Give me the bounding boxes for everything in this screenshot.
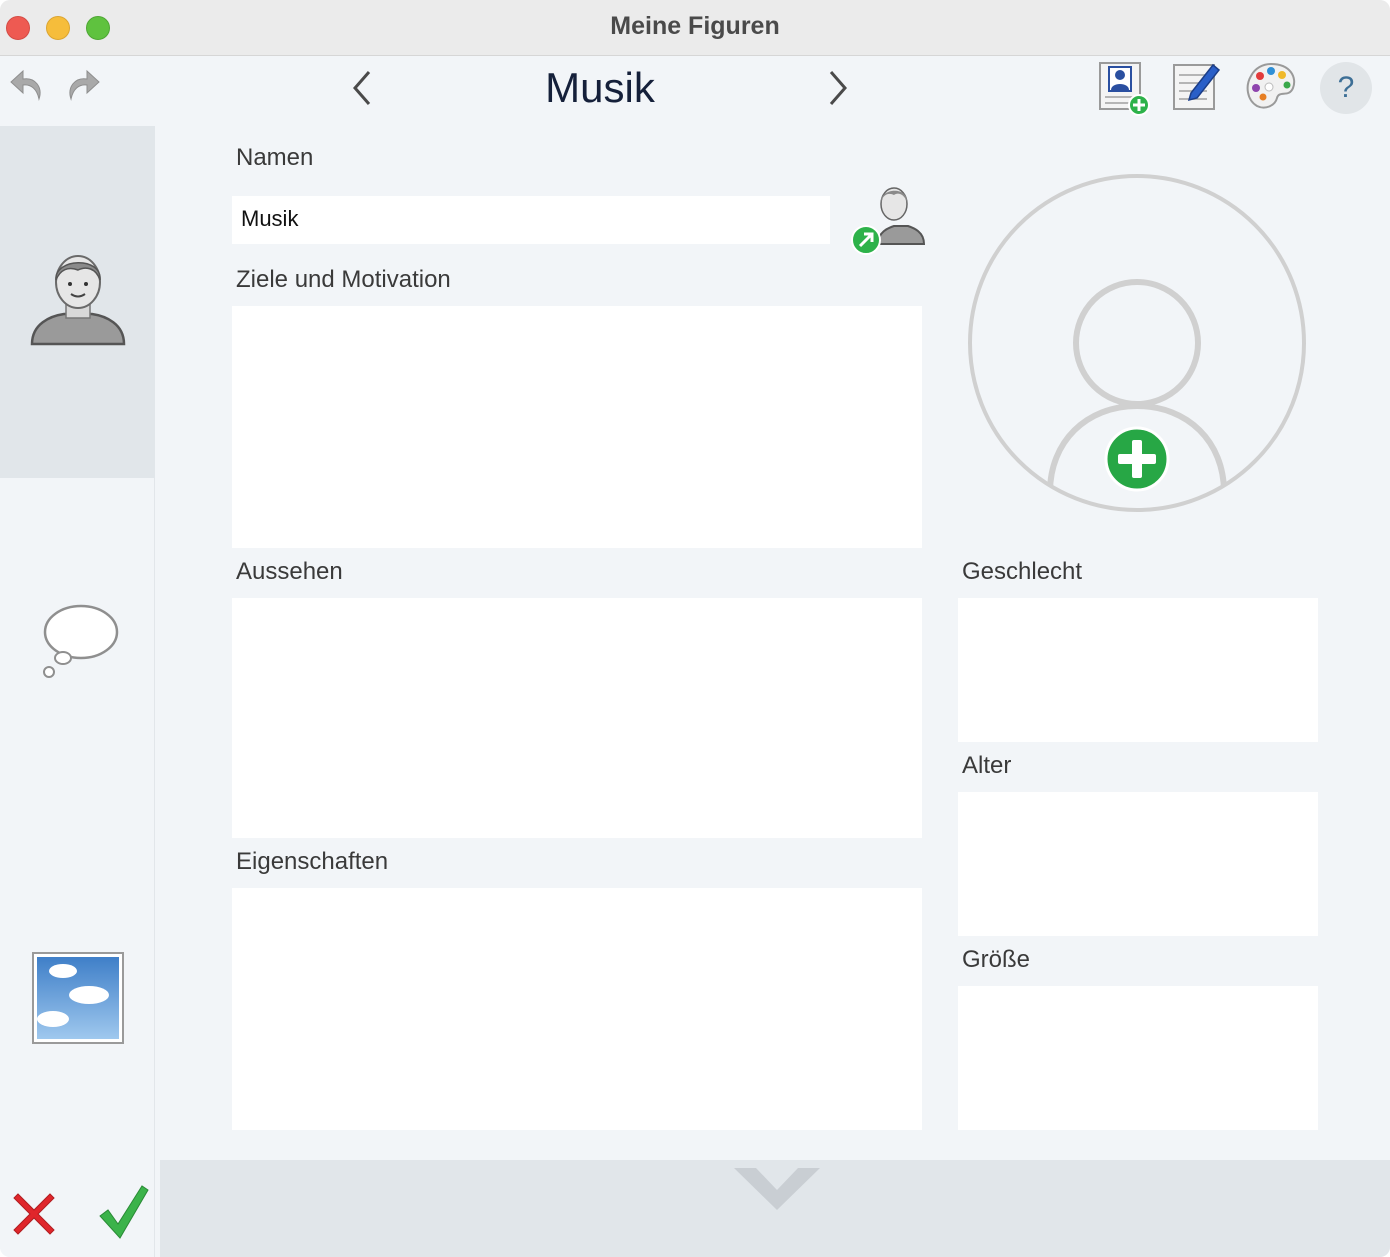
gender-field[interactable] <box>958 598 1318 742</box>
checkmark-icon <box>99 1185 149 1239</box>
chevron-down-icon[interactable] <box>732 1166 822 1219</box>
cancel-button[interactable] <box>12 1192 56 1241</box>
window-title: Meine Figuren <box>610 12 780 40</box>
undo-icon[interactable] <box>8 64 50 106</box>
confirm-button[interactable] <box>98 1184 150 1245</box>
person-icon <box>26 248 130 357</box>
appearance-label: Aussehen <box>236 558 343 585</box>
add-photo-icon[interactable] <box>1104 426 1170 497</box>
app-window: Meine Figuren Musik ? Namen Musik Ziele … <box>0 0 1390 1257</box>
help-icon[interactable]: ? <box>1320 62 1372 114</box>
title-bar: Meine Figuren <box>0 0 1390 56</box>
expand-bar[interactable] <box>160 1160 1390 1257</box>
redo-icon[interactable] <box>60 64 102 106</box>
thought-bubble-icon <box>33 596 123 691</box>
height-field[interactable] <box>958 986 1318 1130</box>
name-field-value: Musik <box>241 206 299 231</box>
name-label: Namen <box>236 144 314 171</box>
prev-arrow-icon[interactable] <box>342 66 382 110</box>
traits-field[interactable] <box>232 888 922 1130</box>
gender-label: Geschlecht <box>962 558 1083 585</box>
image-tab[interactable] <box>0 808 155 1192</box>
appearance-field[interactable] <box>232 598 922 838</box>
palette-icon[interactable] <box>1242 58 1300 114</box>
sky-image-icon <box>31 951 125 1050</box>
help-glyph: ? <box>1337 71 1355 104</box>
dialog-actions <box>0 1160 155 1257</box>
goals-label: Ziele und Motivation <box>236 266 451 293</box>
document-title: Musik <box>545 64 655 111</box>
link-character-icon[interactable] <box>848 182 926 256</box>
portrait-add-button[interactable] <box>966 172 1308 514</box>
edit-notes-icon[interactable] <box>1168 58 1224 114</box>
cancel-icon <box>13 1193 55 1235</box>
goals-field[interactable] <box>232 306 922 548</box>
age-field[interactable] <box>958 792 1318 936</box>
thought-tab[interactable] <box>0 478 155 808</box>
toolbar: Musik ? <box>0 56 1390 126</box>
traits-label: Eigenschaften <box>236 848 389 875</box>
name-field[interactable]: Musik <box>232 196 830 244</box>
person-tab[interactable] <box>0 126 155 478</box>
height-label: Größe <box>962 946 1031 973</box>
character-form: Namen Musik Ziele und Motivation Aussehe… <box>160 126 1390 1160</box>
age-label: Alter <box>962 752 1012 779</box>
sidebar <box>0 126 155 1257</box>
next-arrow-icon[interactable] <box>818 66 858 110</box>
add-character-icon[interactable] <box>1094 58 1152 118</box>
